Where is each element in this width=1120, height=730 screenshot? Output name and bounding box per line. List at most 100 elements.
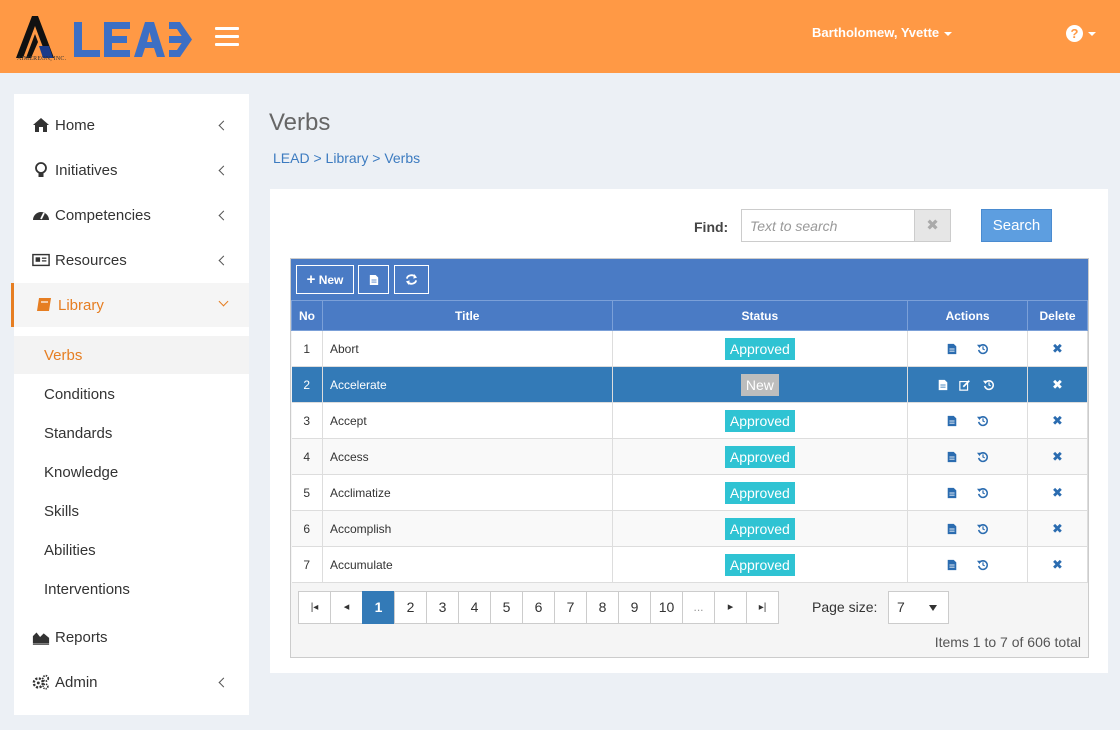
- table-row[interactable]: 7 Accumulate Approved ✖: [291, 546, 1088, 583]
- view-document-icon[interactable]: [946, 343, 958, 355]
- view-document-icon[interactable]: [937, 379, 949, 391]
- search-button[interactable]: Search: [981, 209, 1052, 242]
- history-icon[interactable]: [977, 559, 989, 571]
- breadcrumb-separator: >: [372, 150, 381, 166]
- history-icon[interactable]: [977, 415, 989, 427]
- pager-first-button[interactable]: |◂: [298, 591, 331, 624]
- cell-title: Accept: [322, 402, 613, 439]
- table-row[interactable]: 4 Access Approved ✖: [291, 438, 1088, 475]
- cell-actions: [907, 438, 1029, 475]
- sidebar-item-home[interactable]: Home: [14, 103, 249, 147]
- area-chart-icon: [32, 632, 50, 645]
- help-menu[interactable]: ?: [1066, 25, 1096, 43]
- pager-page-1[interactable]: 1: [362, 591, 395, 624]
- history-icon[interactable]: [982, 379, 995, 391]
- column-header-status[interactable]: Status: [611, 300, 909, 331]
- column-header-actions: Actions: [907, 300, 1029, 331]
- sidebar-item-library[interactable]: Library: [11, 283, 249, 327]
- cell-title: Accelerate: [322, 366, 613, 403]
- delete-icon[interactable]: ✖: [1052, 413, 1063, 428]
- status-badge: New: [740, 373, 779, 396]
- table-row[interactable]: 3 Accept Approved ✖: [291, 402, 1088, 439]
- cell-title: Accumulate: [322, 546, 613, 583]
- delete-icon[interactable]: ✖: [1052, 557, 1063, 572]
- view-document-icon[interactable]: [946, 559, 958, 571]
- cell-delete: ✖: [1027, 366, 1088, 403]
- history-icon[interactable]: [977, 451, 989, 463]
- delete-icon[interactable]: ✖: [1052, 521, 1063, 536]
- status-badge: Approved: [724, 337, 795, 360]
- pager-page-8[interactable]: 8: [586, 591, 619, 624]
- delete-icon[interactable]: ✖: [1052, 341, 1063, 356]
- delete-icon[interactable]: ✖: [1052, 449, 1063, 464]
- pager-page-5[interactable]: 5: [490, 591, 523, 624]
- status-badge: Approved: [724, 517, 795, 540]
- cell-delete: ✖: [1027, 546, 1088, 583]
- pager-more-button[interactable]: ...: [682, 591, 715, 624]
- sidebar-subitem-interventions[interactable]: Interventions: [14, 570, 249, 608]
- sidebar-item-label: Reports: [55, 629, 108, 646]
- view-document-icon[interactable]: [946, 487, 958, 499]
- view-document-icon[interactable]: [946, 523, 958, 535]
- breadcrumb-item-verbs[interactable]: Verbs: [384, 150, 420, 166]
- pager-next-button[interactable]: ▸: [714, 591, 747, 624]
- pager-page-6[interactable]: 6: [522, 591, 555, 624]
- sidebar-subitem-knowledge[interactable]: Knowledge: [14, 453, 249, 491]
- table-row[interactable]: 5 Acclimatize Approved ✖: [291, 474, 1088, 511]
- cell-title: Abort: [322, 330, 613, 367]
- delete-icon[interactable]: ✖: [1052, 485, 1063, 500]
- sidebar-subitem-label: Skills: [44, 503, 80, 520]
- page-size-select[interactable]: 7: [888, 591, 949, 624]
- delete-icon[interactable]: ✖: [1052, 377, 1063, 392]
- chevron-left-icon: [218, 677, 229, 688]
- pager: |◂ ◂ 1 2 3 4 5 6 7 8 9 10 ... ▸ ▸|: [298, 591, 779, 624]
- cell-actions: [907, 330, 1029, 367]
- view-document-icon[interactable]: [946, 415, 958, 427]
- sidebar-subitem-standards[interactable]: Standards: [14, 414, 249, 452]
- cell-actions: [907, 366, 1029, 403]
- pager-page-2[interactable]: 2: [394, 591, 427, 624]
- sidebar-item-label: Home: [55, 117, 96, 134]
- sidebar-subitem-label: Knowledge: [44, 464, 119, 481]
- view-document-icon[interactable]: [946, 451, 958, 463]
- sidebar-subitem-conditions[interactable]: Conditions: [14, 375, 249, 413]
- sidebar-subitem-skills[interactable]: Skills: [14, 492, 249, 530]
- refresh-button[interactable]: [394, 265, 429, 294]
- pager-page-3[interactable]: 3: [426, 591, 459, 624]
- history-icon[interactable]: [977, 487, 989, 499]
- pager-page-7[interactable]: 7: [554, 591, 587, 624]
- sidebar-subitem-label: Interventions: [44, 581, 130, 598]
- search-input[interactable]: [741, 209, 915, 242]
- breadcrumb-item-lead[interactable]: LEAD: [273, 150, 310, 166]
- pager-page-10[interactable]: 10: [650, 591, 683, 624]
- table-row[interactable]: 6 Accomplish Approved ✖: [291, 510, 1088, 547]
- table-row[interactable]: 2 Accelerate New ✖: [291, 366, 1088, 403]
- sidebar-item-resources[interactable]: Resources: [14, 238, 249, 282]
- new-button[interactable]: + New: [296, 265, 354, 294]
- sidebar-item-competencies[interactable]: Competencies: [14, 193, 249, 237]
- hamburger-icon[interactable]: [215, 27, 239, 47]
- pager-page-9[interactable]: 9: [618, 591, 651, 624]
- history-icon[interactable]: [977, 343, 989, 355]
- sidebar-subitem-label: Standards: [44, 425, 113, 442]
- user-menu[interactable]: Bartholomew, Yvette: [812, 25, 953, 40]
- chevron-left-icon: [218, 165, 229, 176]
- status-badge: Approved: [724, 481, 795, 504]
- clear-search-button[interactable]: ✖: [914, 209, 951, 242]
- breadcrumb-item-library[interactable]: Library: [326, 150, 369, 166]
- table-row[interactable]: 1 Abort Approved ✖: [291, 330, 1088, 367]
- pager-page-4[interactable]: 4: [458, 591, 491, 624]
- sidebar-item-reports[interactable]: Reports: [14, 615, 249, 659]
- pager-prev-button[interactable]: ◂: [330, 591, 363, 624]
- caret-down-icon: [1088, 31, 1096, 36]
- sidebar-item-admin[interactable]: Admin: [14, 660, 249, 704]
- sidebar-subitem-verbs[interactable]: Verbs: [14, 336, 249, 374]
- pager-last-button[interactable]: ▸|: [746, 591, 779, 624]
- history-icon[interactable]: [977, 523, 989, 535]
- export-button[interactable]: [358, 265, 389, 294]
- column-header-title[interactable]: Title: [321, 300, 613, 331]
- column-header-no[interactable]: No: [291, 300, 323, 331]
- edit-icon[interactable]: [958, 379, 971, 392]
- sidebar-item-initiatives[interactable]: Initiatives: [14, 148, 249, 192]
- sidebar-subitem-abilities[interactable]: Abilities: [14, 531, 249, 569]
